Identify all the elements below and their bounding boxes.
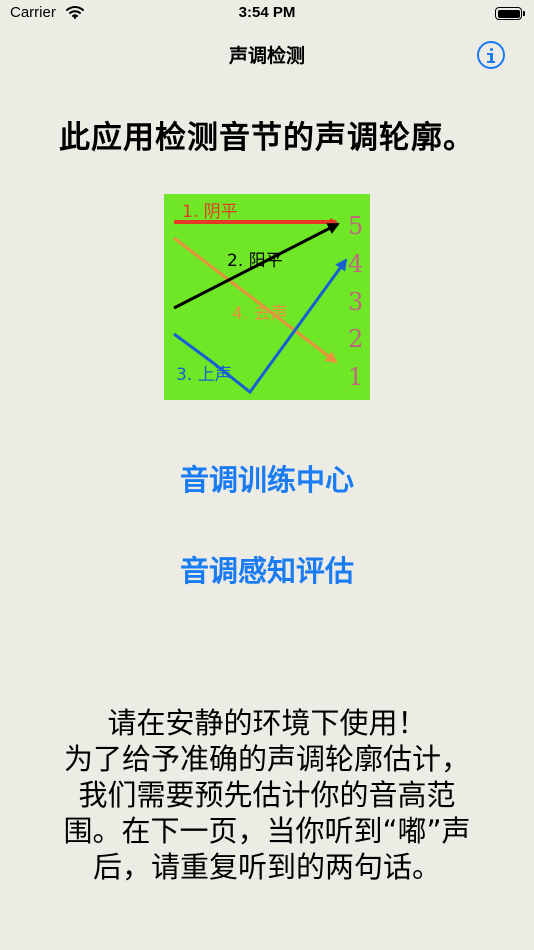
notice-line: 后，请重复听到的两句话。 xyxy=(92,850,441,884)
usage-notice: 请在安静的环境下使用！ 为了给予准确的声调轮廓估计， 我们需要预先估计你的音高范… xyxy=(0,705,534,885)
scale-2: 2 xyxy=(348,325,363,353)
navigation-bar: 声调检测 xyxy=(0,36,534,72)
scale-1: 1 xyxy=(348,363,363,391)
info-button[interactable] xyxy=(477,41,505,69)
page-heading: 此应用检测音节的声调轮廓。 xyxy=(59,120,475,156)
tone-1-label: 1. 阴平 xyxy=(182,202,238,222)
clock-time: 3:54 PM xyxy=(238,4,296,21)
tone-3-label: 3. 上声 xyxy=(176,365,232,385)
nav-title: 声调检测 xyxy=(228,45,305,67)
notice-line: 围。在下一页，当你听到“嘟”声 xyxy=(63,814,471,848)
scale-3: 3 xyxy=(348,288,363,316)
notice-line: 请在安静的环境下使用！ xyxy=(107,706,427,740)
tone-assessment-button[interactable]: 音调感知评估 xyxy=(0,548,534,590)
scale-5: 5 xyxy=(348,212,363,240)
status-bar: Carrier 3:54 PM xyxy=(0,0,534,28)
scale-4: 4 xyxy=(348,250,363,278)
notice-line: 我们需要预先估计你的音高范 xyxy=(78,778,456,812)
tone-contour-diagram: 1. 阴平 4. 去声 2. 阳平 3. 上声 5 4 3 2 1 xyxy=(164,194,370,400)
battery-icon xyxy=(495,7,525,20)
tone-4-label: 4. 去声 xyxy=(232,304,288,324)
notice-line: 为了给予准确的声调轮廓估计， xyxy=(63,742,470,776)
tone-2-label: 2. 阳平 xyxy=(227,251,283,271)
tone-training-button[interactable]: 音调训练中心 xyxy=(0,457,534,499)
info-icon xyxy=(490,48,493,51)
